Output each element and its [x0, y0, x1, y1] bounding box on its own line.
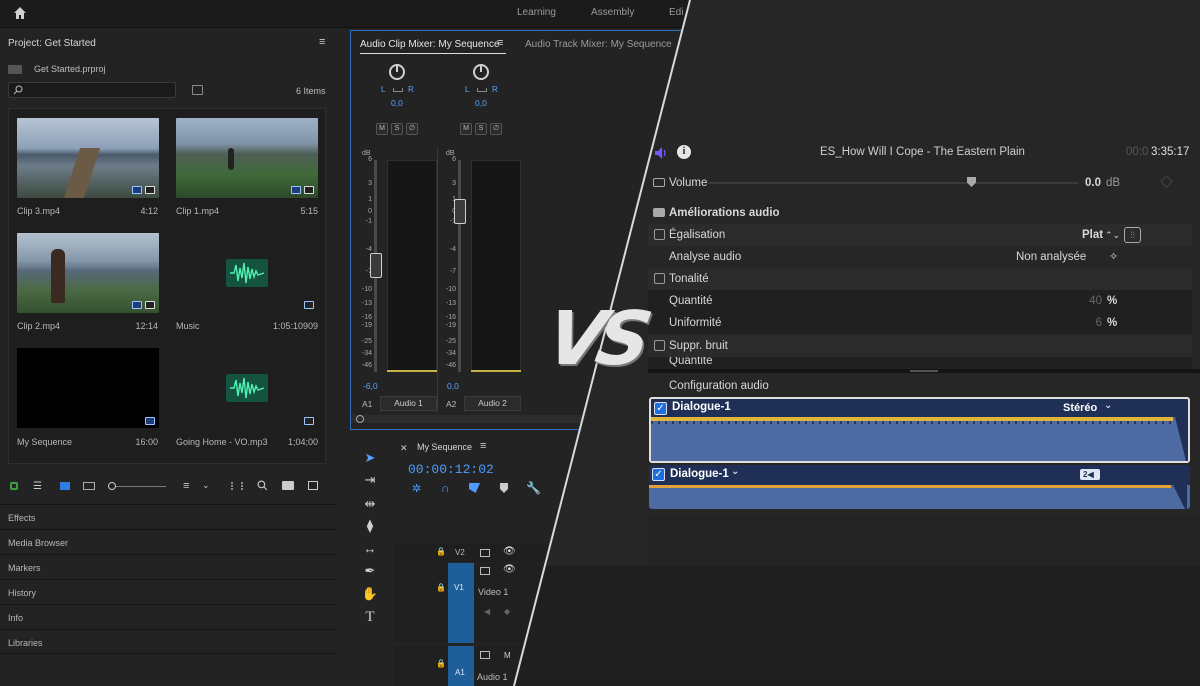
versus-label: VS [540, 296, 651, 382]
comparison-stage: Learning Assembly Edi Project: Get Start… [0, 0, 1200, 686]
